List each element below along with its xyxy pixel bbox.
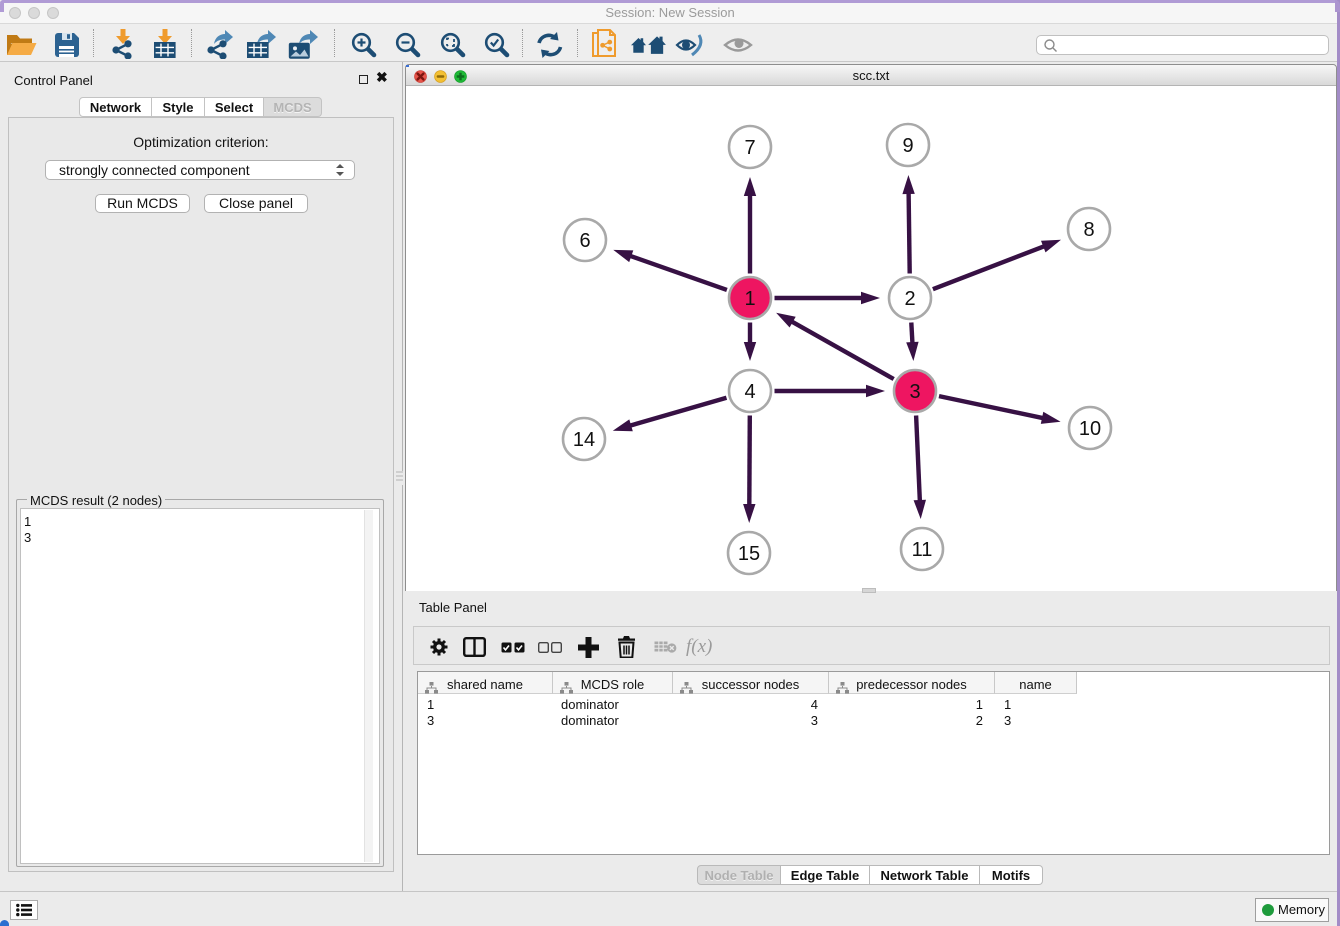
svg-text:10: 10 (1079, 418, 1101, 440)
svg-text:11: 11 (912, 539, 933, 561)
svg-text:4: 4 (744, 381, 755, 403)
svg-text:6: 6 (579, 230, 590, 252)
svg-text:7: 7 (744, 137, 755, 159)
svg-text:9: 9 (902, 135, 913, 157)
svg-text:14: 14 (573, 429, 595, 451)
svg-text:1: 1 (744, 288, 755, 310)
svg-text:3: 3 (909, 381, 920, 403)
svg-text:15: 15 (738, 543, 760, 565)
svg-text:2: 2 (904, 288, 915, 310)
svg-text:8: 8 (1083, 219, 1094, 241)
